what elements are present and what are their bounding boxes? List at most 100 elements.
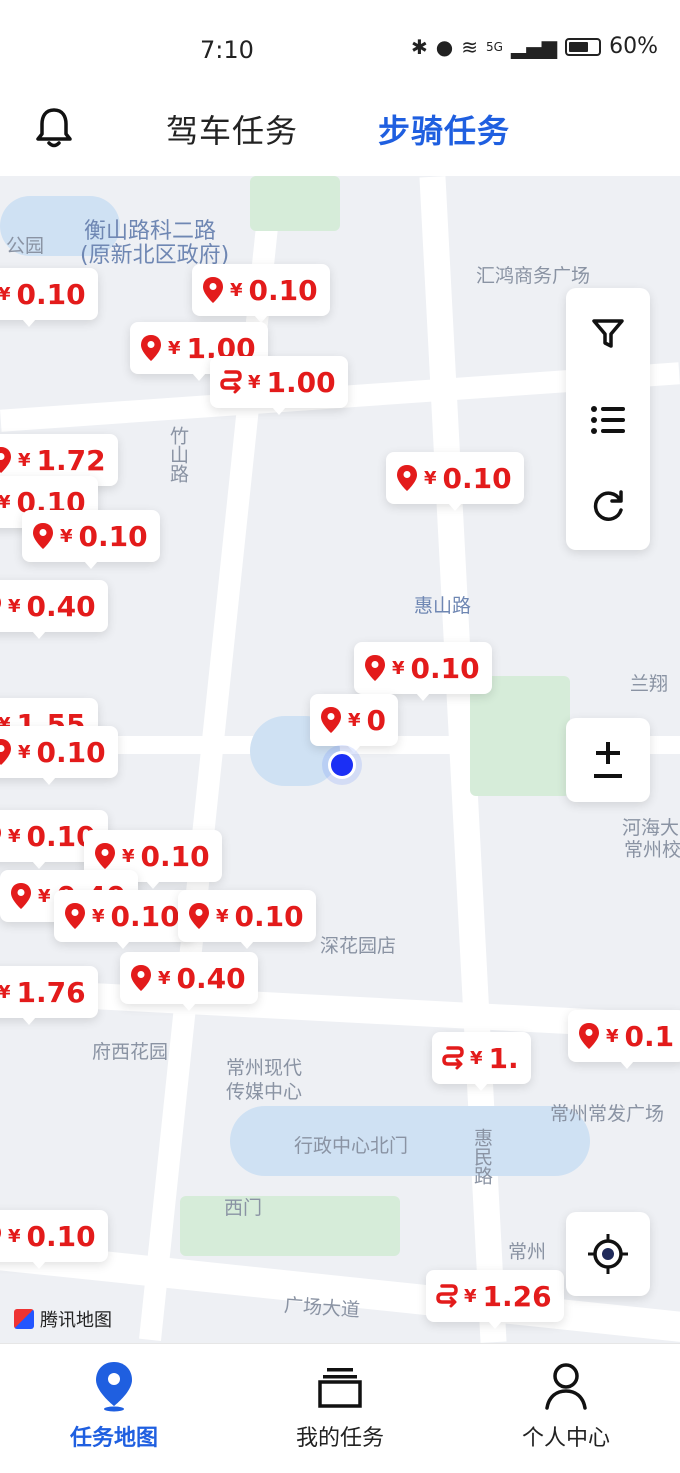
zoom-button[interactable] bbox=[566, 718, 650, 802]
locate-button[interactable] bbox=[566, 1212, 650, 1296]
currency-symbol: ¥ bbox=[216, 905, 229, 927]
map-pin-icon bbox=[96, 1362, 132, 1412]
task-price-pin[interactable]: ¥0.10 bbox=[0, 268, 98, 327]
map-park bbox=[180, 1196, 400, 1256]
battery-level: 60% bbox=[609, 34, 658, 59]
currency-symbol: ¥ bbox=[392, 657, 405, 679]
task-price-pin[interactable]: ¥1.00 bbox=[210, 356, 348, 415]
wifi-icon: ≋ bbox=[461, 34, 478, 59]
location-pin-icon bbox=[0, 598, 1, 608]
task-price: 0.10 bbox=[442, 461, 512, 495]
location-pin-icon bbox=[141, 335, 161, 361]
task-price: 0.10 bbox=[26, 1219, 96, 1253]
task-price: 0 bbox=[366, 703, 387, 737]
task-price: 0.10 bbox=[110, 899, 180, 933]
map-control-group bbox=[566, 288, 650, 550]
currency-symbol: ¥ bbox=[348, 709, 361, 731]
task-price-pin[interactable]: ¥0.10 bbox=[386, 452, 524, 511]
nav-label: 个人中心 bbox=[521, 1426, 610, 1451]
task-price-pin[interactable]: ¥0.10 bbox=[54, 890, 192, 949]
currency-symbol: ¥ bbox=[248, 371, 261, 393]
currency-symbol: ¥ bbox=[18, 449, 31, 471]
currency-symbol: ¥ bbox=[122, 845, 135, 867]
status-bar: 7:10 ✱ ● ≋ 5G ▂▄▆ 60% bbox=[0, 0, 680, 96]
map-label: 常州常发广场 bbox=[550, 1103, 665, 1125]
task-price-pin[interactable]: ¥0.10 bbox=[192, 264, 330, 323]
filter-button[interactable] bbox=[566, 292, 650, 376]
task-price-pin[interactable]: ¥1. bbox=[432, 1032, 531, 1091]
map-provider-logo: 腾讯地图 bbox=[14, 1306, 112, 1332]
location-pin-icon bbox=[0, 828, 1, 838]
task-price: 0.10 bbox=[78, 519, 148, 553]
tencent-map-logo-icon bbox=[14, 1309, 34, 1329]
tab-walk-ride-tasks[interactable]: 步骑任务 bbox=[378, 106, 510, 152]
task-price: 0.40 bbox=[176, 961, 246, 995]
map-label: 惠山路 bbox=[414, 595, 472, 617]
location-pin-icon bbox=[579, 1023, 599, 1049]
currency-symbol: ¥ bbox=[60, 525, 73, 547]
map-label: 河海大 bbox=[622, 817, 680, 839]
task-price-pin[interactable]: ¥0.10 bbox=[354, 642, 492, 701]
task-price: 0.10 bbox=[36, 735, 106, 769]
task-price-pin[interactable]: ¥0.10 bbox=[0, 1210, 108, 1269]
network-type: 5G bbox=[486, 39, 503, 54]
nav-label: 任务地图 bbox=[69, 1426, 158, 1451]
locate-icon bbox=[588, 1234, 628, 1274]
location-pin-icon bbox=[131, 965, 151, 991]
currency-symbol: ¥ bbox=[8, 595, 21, 617]
map-label: 兰翔 bbox=[630, 673, 669, 695]
task-price: 1. bbox=[488, 1041, 519, 1075]
status-icons: ✱ ● ≋ 5G ▂▄▆ 60% bbox=[411, 34, 658, 59]
task-price: 1.00 bbox=[266, 365, 336, 399]
currency-symbol: ¥ bbox=[424, 467, 437, 489]
currency-symbol: ¥ bbox=[18, 741, 31, 763]
filter-icon bbox=[592, 319, 624, 348]
task-price-pin[interactable]: ¥0 bbox=[310, 694, 399, 753]
route-icon bbox=[436, 1284, 458, 1308]
location-pin-icon bbox=[365, 655, 385, 681]
nav-label: 我的任务 bbox=[295, 1426, 384, 1451]
list-button[interactable] bbox=[566, 378, 650, 462]
task-price-pin[interactable]: ¥1.26 bbox=[426, 1270, 564, 1329]
map-label: 行政中心北门 bbox=[294, 1135, 409, 1157]
location-pin-icon bbox=[203, 277, 223, 303]
route-icon bbox=[220, 370, 242, 394]
task-price-pin[interactable]: ¥0.1 bbox=[568, 1010, 680, 1069]
task-map[interactable]: 衡山路科二路 (原新北区政府) 汇鸿商务广场 竹山路 惠山路 兰翔 河海大 常州… bbox=[0, 176, 680, 1343]
currency-symbol: ¥ bbox=[0, 283, 11, 305]
list-icon bbox=[591, 406, 625, 434]
map-label: 常州现代 bbox=[226, 1057, 303, 1079]
location-pin-icon bbox=[0, 1228, 1, 1238]
nav-profile[interactable]: 个人中心 bbox=[486, 1360, 646, 1452]
task-price-pin[interactable]: ¥1.76 bbox=[0, 966, 98, 1025]
bell-icon[interactable] bbox=[34, 106, 74, 150]
task-price: 1.76 bbox=[16, 975, 86, 1009]
currency-symbol: ¥ bbox=[0, 491, 11, 513]
task-price: 0.10 bbox=[410, 651, 480, 685]
map-water bbox=[230, 1106, 590, 1176]
currency-symbol: ¥ bbox=[158, 967, 171, 989]
task-price-pin[interactable]: ¥0.40 bbox=[120, 952, 258, 1011]
tab-drive-tasks[interactable]: 驾车任务 bbox=[166, 106, 298, 152]
nav-my-tasks[interactable]: 我的任务 bbox=[260, 1360, 420, 1452]
map-park bbox=[470, 676, 570, 796]
bottom-nav: 任务地图 我的任务 个人中心 bbox=[0, 1343, 680, 1473]
task-price: 0.10 bbox=[140, 839, 210, 873]
task-price: 0.10 bbox=[16, 277, 86, 311]
currency-symbol: ¥ bbox=[168, 337, 181, 359]
task-price-pin[interactable]: ¥0.40 bbox=[0, 580, 108, 639]
currency-symbol: ¥ bbox=[0, 981, 11, 1003]
task-price-pin[interactable]: ¥0.10 bbox=[178, 890, 316, 949]
task-price-pin[interactable]: ¥0.10 bbox=[0, 726, 118, 785]
nav-task-map[interactable]: 任务地图 bbox=[34, 1360, 194, 1452]
map-label: 西门 bbox=[224, 1197, 263, 1219]
task-price-pin[interactable]: ¥0.10 bbox=[22, 510, 160, 569]
location-pin-icon bbox=[11, 883, 31, 909]
bluetooth-icon: ✱ bbox=[411, 34, 428, 59]
location-pin-icon bbox=[65, 903, 85, 929]
refresh-button[interactable] bbox=[566, 464, 650, 548]
currency-symbol: ¥ bbox=[92, 905, 105, 927]
location-pin-icon bbox=[321, 707, 341, 733]
current-location-dot bbox=[328, 751, 356, 779]
location-pin-icon bbox=[0, 739, 11, 765]
